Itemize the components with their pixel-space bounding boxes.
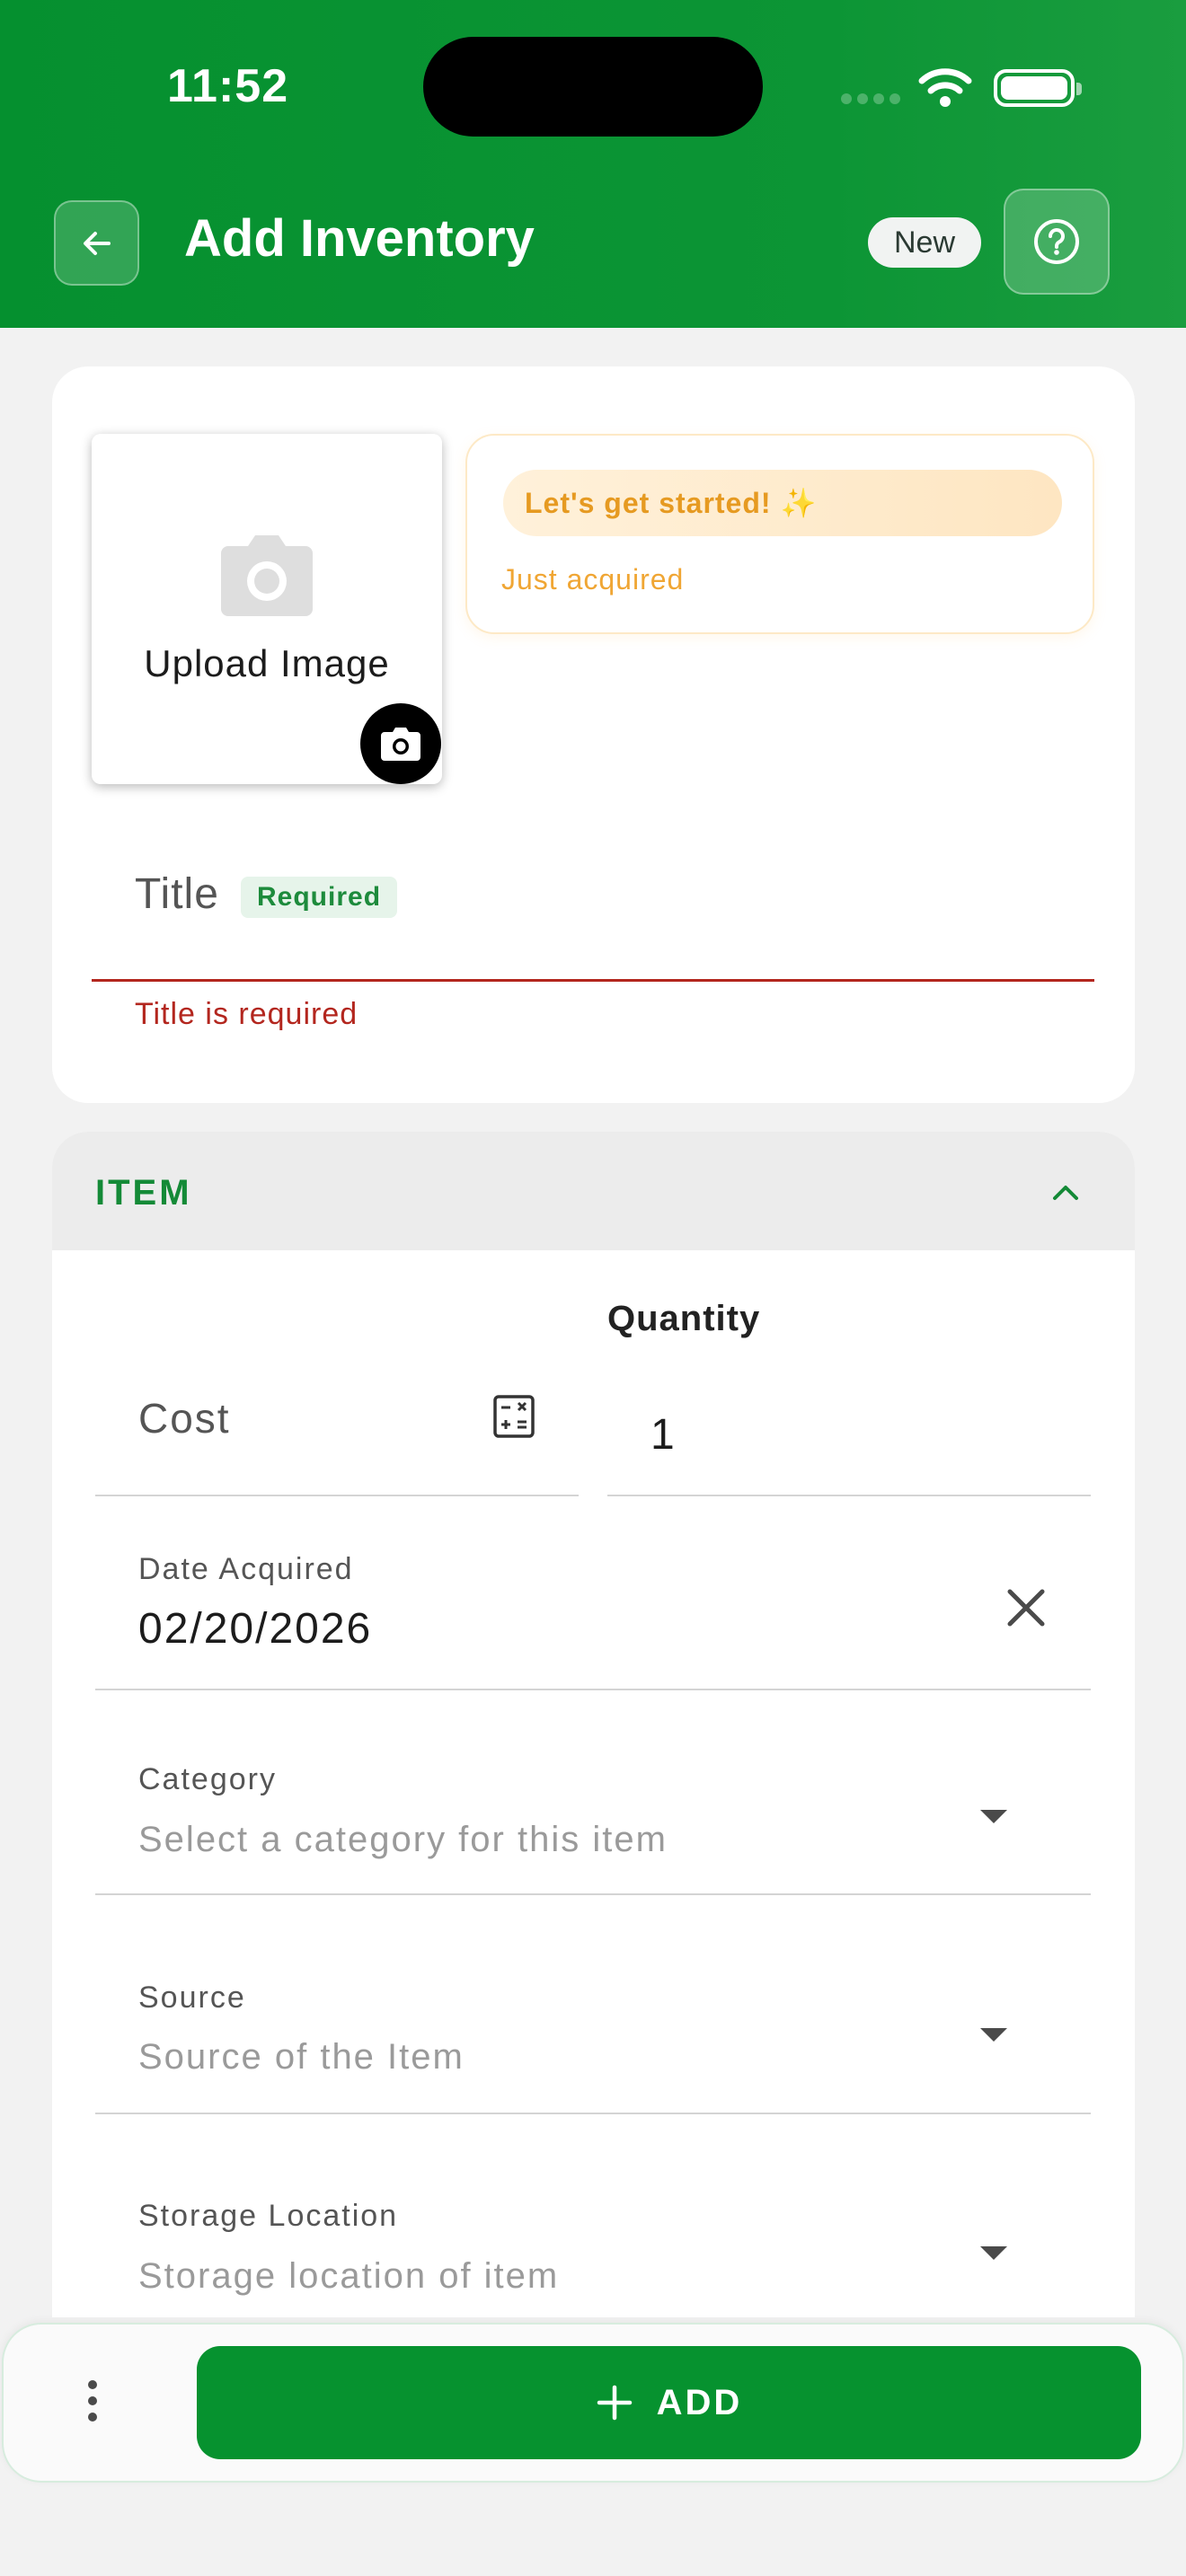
title-error-message: Title is required bbox=[135, 997, 358, 1031]
add-button-label: ADD bbox=[656, 2382, 743, 2422]
category-dropdown[interactable]: Select a category for this item bbox=[138, 1820, 668, 1860]
date-acquired-underline bbox=[95, 1689, 1091, 1690]
item-section-card: ITEM bbox=[52, 1132, 1135, 2317]
storage-location-label: Storage Location bbox=[138, 2199, 399, 2233]
title-field-label[interactable]: Title bbox=[135, 869, 219, 919]
arrow-left-icon bbox=[83, 231, 111, 255]
upload-image-label: Upload Image bbox=[144, 642, 390, 684]
more-vertical-icon[interactable] bbox=[88, 2380, 97, 2425]
chevron-up-icon[interactable] bbox=[1048, 1175, 1084, 1211]
source-dropdown-arrow-icon[interactable] bbox=[980, 2028, 1007, 2042]
cost-input[interactable]: Cost bbox=[138, 1394, 231, 1442]
battery-icon bbox=[994, 69, 1082, 107]
category-label: Category bbox=[138, 1762, 277, 1796]
wifi-icon bbox=[918, 68, 972, 107]
cost-underline bbox=[95, 1495, 579, 1496]
add-button[interactable]: ADD bbox=[197, 2346, 1141, 2459]
camera-button[interactable] bbox=[360, 703, 441, 784]
close-icon[interactable] bbox=[999, 1581, 1053, 1635]
title-input-underline[interactable] bbox=[92, 979, 1094, 982]
calculator-icon[interactable] bbox=[492, 1394, 535, 1439]
item-section-title: ITEM bbox=[95, 1173, 192, 1213]
plus-icon bbox=[597, 2385, 632, 2421]
help-button[interactable] bbox=[1004, 189, 1110, 295]
help-circle-icon bbox=[1034, 219, 1079, 264]
quantity-input[interactable]: 1 bbox=[651, 1410, 675, 1460]
getting-started-title: Let's get started! ✨ bbox=[503, 470, 1062, 536]
page-title: Add Inventory bbox=[184, 209, 535, 268]
status-time: 11:52 bbox=[167, 60, 289, 112]
dynamic-island bbox=[423, 37, 763, 137]
getting-started-subtitle: Just acquired bbox=[501, 563, 685, 595]
source-dropdown[interactable]: Source of the Item bbox=[138, 2037, 465, 2078]
source-underline bbox=[95, 2113, 1091, 2114]
item-section-header[interactable]: ITEM bbox=[52, 1132, 1135, 1250]
cellular-signal-icon bbox=[841, 93, 900, 104]
app-header: 11:52 Add Inventory New bbox=[0, 0, 1186, 328]
storage-location-dropdown[interactable]: Storage location of item bbox=[138, 2256, 559, 2297]
storage-location-dropdown-arrow-icon[interactable] bbox=[980, 2246, 1007, 2260]
getting-started-card: Let's get started! ✨ Just acquired bbox=[465, 434, 1094, 634]
camera-icon bbox=[381, 728, 420, 761]
date-acquired-input[interactable]: 02/20/2026 bbox=[138, 1604, 372, 1654]
quantity-underline bbox=[607, 1495, 1091, 1496]
source-label: Source bbox=[138, 1981, 246, 2015]
category-underline bbox=[95, 1893, 1091, 1895]
camera-icon bbox=[221, 535, 313, 616]
date-acquired-label: Date Acquired bbox=[138, 1552, 354, 1586]
new-badge: New bbox=[868, 217, 981, 268]
category-dropdown-arrow-icon[interactable] bbox=[980, 1810, 1007, 1823]
required-badge: Required bbox=[241, 877, 398, 918]
back-button[interactable] bbox=[54, 200, 139, 286]
quantity-label: Quantity bbox=[607, 1299, 761, 1338]
